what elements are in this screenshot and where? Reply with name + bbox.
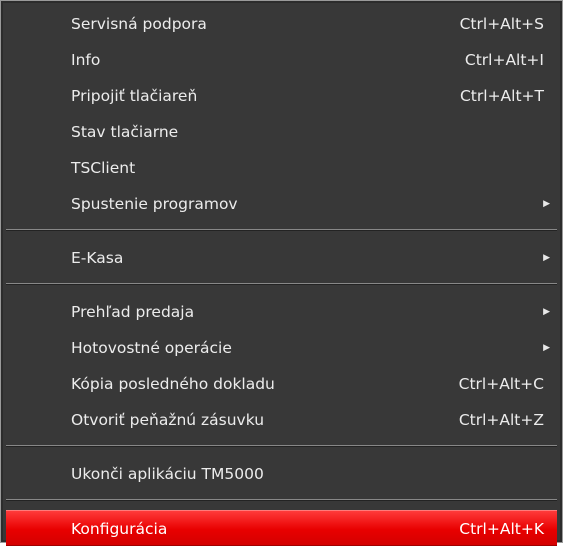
menu-item-label: Pripojiť tlačiareň: [71, 87, 198, 105]
menu-item-label: Prehľad predaja: [71, 303, 195, 321]
menu-item-otvorit-penaznu-zasuvku[interactable]: Otvoriť peňažnú zásuvku Ctrl+Alt+Z: [3, 402, 560, 438]
menu-item-hotovostne-operacie[interactable]: Hotovostné operácie ▶: [3, 330, 560, 366]
menu-item-label: Otvoriť peňažnú zásuvku: [71, 411, 265, 429]
submenu-arrow-icon: ▶: [543, 253, 550, 263]
menu-item-label: Kópia posledného dokladu: [71, 375, 275, 393]
menu-item-spustenie-programov[interactable]: Spustenie programov ▶: [3, 186, 560, 222]
submenu-arrow-icon: ▶: [543, 307, 550, 317]
menu-item-pripojit-tlaciaren[interactable]: Pripojiť tlačiareň Ctrl+Alt+T: [3, 78, 560, 114]
menu-item-label: Stav tlačiarne: [71, 123, 179, 141]
menu-separator: [3, 276, 560, 294]
menu-item-label: Ukonči aplikáciu TM5000: [71, 465, 264, 483]
menu-item-shortcut: Ctrl+Alt+S: [459, 15, 544, 33]
menu-item-shortcut: Ctrl+Alt+T: [459, 87, 544, 105]
menu-item-konfiguracia[interactable]: Konfigurácia Ctrl+Alt+K: [6, 510, 557, 546]
menu-item-tsclient[interactable]: TSClient: [3, 150, 560, 186]
menu-item-label: Spustenie programov: [71, 195, 238, 213]
menu-item-kopia-posledneho-dokladu[interactable]: Kópia posledného dokladu Ctrl+Alt+C: [3, 366, 560, 402]
menu-item-label: Info: [71, 51, 101, 69]
menu-item-shortcut: Ctrl+Alt+K: [459, 520, 544, 538]
menu-separator: [3, 438, 560, 456]
menu-item-shortcut: Ctrl+Alt+C: [458, 375, 544, 393]
menu-item-shortcut: Ctrl+Alt+I: [464, 51, 544, 69]
menu-item-e-kasa[interactable]: E-Kasa ▶: [3, 240, 560, 276]
context-menu: Servisná podpora Ctrl+Alt+S Info Ctrl+Al…: [0, 0, 563, 546]
menu-item-servisna-podpora[interactable]: Servisná podpora Ctrl+Alt+S: [3, 6, 560, 42]
submenu-arrow-icon: ▶: [543, 343, 550, 353]
menu-item-label: TSClient: [71, 159, 136, 177]
menu-separator: [3, 222, 560, 240]
menu-item-shortcut: Ctrl+Alt+Z: [458, 411, 544, 429]
menu-separator: [3, 492, 560, 510]
menu-item-info[interactable]: Info Ctrl+Alt+I: [3, 42, 560, 78]
menu-item-label: Hotovostné operácie: [71, 339, 232, 357]
menu-item-prehlad-predaja[interactable]: Prehľad predaja ▶: [3, 294, 560, 330]
menu-item-label: E-Kasa: [71, 249, 124, 267]
menu-item-ukonci-aplikaciu[interactable]: Ukonči aplikáciu TM5000: [3, 456, 560, 492]
menu-item-label: Konfigurácia: [71, 520, 168, 538]
menu-item-label: Servisná podpora: [71, 15, 207, 33]
menu-item-stav-tlaciarne[interactable]: Stav tlačiarne: [3, 114, 560, 150]
submenu-arrow-icon: ▶: [543, 199, 550, 209]
